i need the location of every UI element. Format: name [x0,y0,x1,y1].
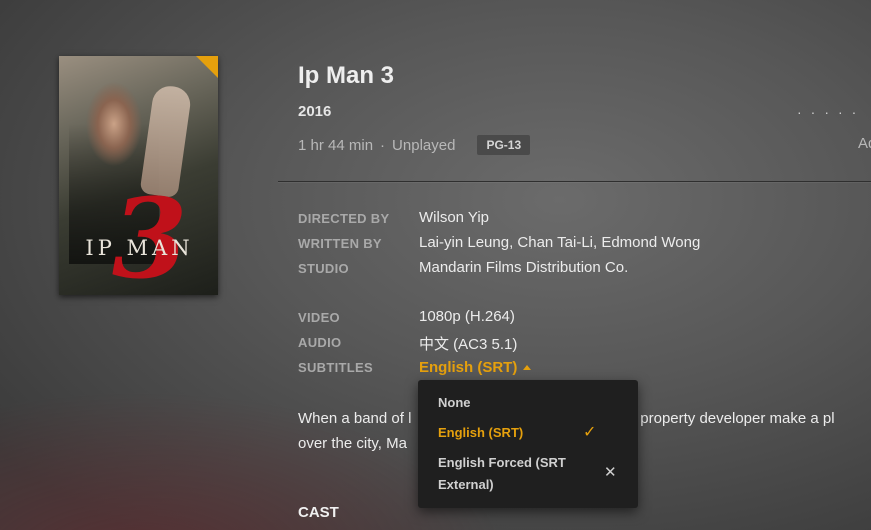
subtitles-value: English (SRT) [419,359,518,376]
video-value: 1080p (H.264) [419,308,515,325]
movie-meta: 1 hr 44 min · Unplayed PG-13 [298,135,531,155]
subtitle-option-english-forced-line2: External) [438,477,494,492]
studio-value[interactable]: Mandarin Films Distribution Co. [419,259,628,276]
subtitle-option-english-srt[interactable]: English (SRT) [438,422,523,444]
directed-by-value[interactable]: Wilson Yip [419,209,489,226]
poster-title: IP MAN [85,236,194,260]
caret-up-icon [523,365,532,370]
subtitles-dropdown-menu: None English (SRT) ✓ English Forced (SRT… [418,380,638,508]
audio-value[interactable]: 中文 (AC3 5.1) [419,333,517,354]
duration: 1 hr 44 min [298,136,374,154]
movie-year: 2016 [298,103,332,120]
section-divider [278,181,871,182]
video-label: VIDEO [298,310,340,325]
unwatched-corner-badge [196,56,218,78]
summary-line1-right: ed property developer make a pl [619,410,835,427]
checkmark-icon: ✓ [583,424,597,441]
movie-poster[interactable]: 3 IP MAN [59,56,218,295]
written-by-value[interactable]: Lai-yin Leung, Chan Tai-Li, Edmond Wong [419,234,700,251]
truncated-edge-text: Ad [858,135,871,152]
cast-heading: CAST [298,504,339,521]
subtitle-option-english-forced[interactable]: English Forced (SRT External) [438,452,566,496]
content-rating-badge: PG-13 [477,135,531,155]
studio-label: STUDIO [298,261,349,276]
subtitle-option-english-forced-line1: English Forced (SRT [438,455,566,470]
written-by-label: WRITTEN BY [298,236,382,251]
meta-separator: · [380,136,386,154]
star-rating-dots[interactable]: ····· [797,104,865,120]
movie-title: Ip Man 3 [298,62,395,89]
play-status: Unplayed [392,136,456,154]
close-icon[interactable]: ✕ [604,463,617,481]
subtitles-selector[interactable]: English (SRT) [419,359,532,376]
summary-line1-left: When a band of l [298,410,412,427]
summary-line2-left: over the city, Ma [298,435,407,452]
directed-by-label: DIRECTED BY [298,211,390,226]
subtitle-option-none[interactable]: None [438,392,471,414]
audio-label: AUDIO [298,335,342,350]
subtitles-label: SUBTITLES [298,360,373,375]
